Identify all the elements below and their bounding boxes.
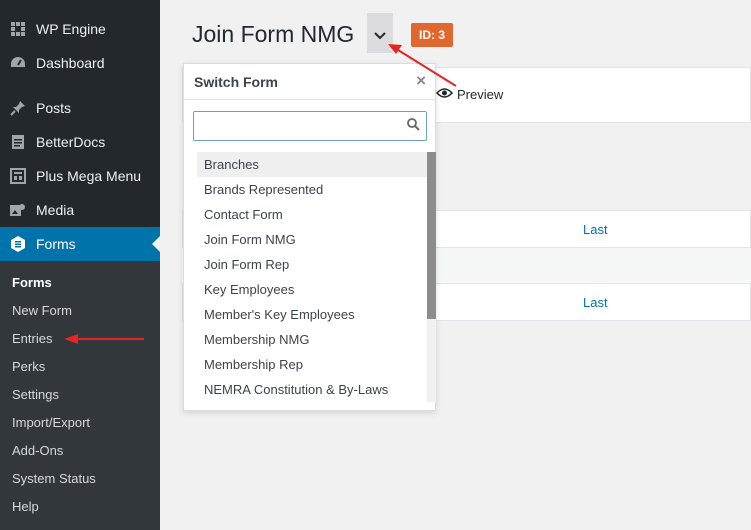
menu-posts[interactable]: Posts	[0, 91, 160, 125]
list-item[interactable]: Key Employees	[197, 277, 427, 302]
preview-button[interactable]: Preview	[435, 87, 504, 102]
admin-sidebar: WP Engine Dashboard Posts BetterDocs Plu…	[0, 0, 160, 530]
menu-label: Media	[36, 202, 75, 218]
preview-label: Preview	[457, 87, 504, 102]
form-search-field	[193, 111, 427, 141]
list-scrollbar[interactable]	[427, 152, 436, 402]
list-item[interactable]: Join Form Rep	[197, 252, 427, 277]
submenu-forms[interactable]: Forms	[12, 275, 52, 290]
pin-icon	[0, 100, 36, 116]
submenu-entries[interactable]: Entries	[12, 331, 52, 346]
list-item[interactable]: Member's Key Employees	[197, 302, 427, 327]
dropdown-title: Switch Form	[194, 74, 279, 90]
menu-label: Posts	[36, 100, 72, 116]
media-icon	[0, 202, 36, 218]
switch-form-dropdown: Switch Form × Branches Brands Represente…	[183, 63, 436, 411]
list-item[interactable]: Join Form NMG	[197, 227, 427, 252]
form-switcher-toggle[interactable]	[367, 13, 393, 53]
scrollbar-thumb[interactable]	[427, 152, 436, 319]
wp-engine-icon	[0, 21, 36, 37]
menu-wp-engine[interactable]: WP Engine	[0, 12, 160, 46]
list-item[interactable]: Membership NMG	[197, 327, 427, 352]
submenu-settings[interactable]: Settings	[12, 387, 59, 402]
eye-icon	[435, 87, 457, 102]
submenu-new-form[interactable]: New Form	[12, 303, 72, 318]
menu-label: Dashboard	[36, 55, 105, 71]
menu-media[interactable]: Media	[0, 193, 160, 227]
submenu-system-status[interactable]: System Status	[12, 471, 96, 486]
list-item[interactable]: Contact Form	[197, 202, 427, 227]
mega-menu-icon	[0, 168, 36, 184]
forms-submenu: Forms New Form Entries Perks Settings Im…	[0, 261, 160, 530]
submenu-add-ons[interactable]: Add-Ons	[12, 443, 63, 458]
list-item[interactable]: NEMRA Constitution & By-Laws	[197, 377, 427, 402]
last-link[interactable]: Last	[583, 222, 608, 237]
dropdown-header: Switch Form ×	[184, 64, 435, 100]
menu-label: Plus Mega Menu	[36, 168, 142, 184]
menu-plus-mega-menu[interactable]: Plus Mega Menu	[0, 159, 160, 193]
search-icon	[407, 118, 420, 134]
submenu-help[interactable]: Help	[12, 499, 39, 514]
docs-icon	[0, 134, 36, 150]
menu-betterdocs[interactable]: BetterDocs	[0, 125, 160, 159]
menu-label: WP Engine	[36, 21, 106, 37]
last-link[interactable]: Last	[583, 295, 608, 310]
forms-icon	[0, 235, 36, 253]
form-list: Branches Brands Represented Contact Form…	[197, 152, 427, 402]
form-id-badge: ID: 3	[411, 23, 454, 47]
form-search-input[interactable]	[194, 112, 394, 140]
dashboard-icon	[0, 55, 36, 71]
submenu-perks[interactable]: Perks	[12, 359, 45, 374]
menu-dashboard[interactable]: Dashboard	[0, 46, 160, 80]
list-item[interactable]: Membership Rep	[197, 352, 427, 377]
page-title: Join Form NMG	[192, 21, 355, 47]
list-item[interactable]: Branches	[197, 152, 427, 177]
chevron-down-icon	[374, 28, 386, 43]
submenu-import-export[interactable]: Import/Export	[12, 415, 90, 430]
active-indicator	[152, 236, 160, 252]
menu-label: BetterDocs	[36, 134, 106, 150]
list-item[interactable]: Brands Represented	[197, 177, 427, 202]
close-icon[interactable]: ×	[416, 71, 426, 91]
menu-label: Forms	[36, 236, 76, 252]
menu-forms[interactable]: Forms	[0, 227, 160, 261]
